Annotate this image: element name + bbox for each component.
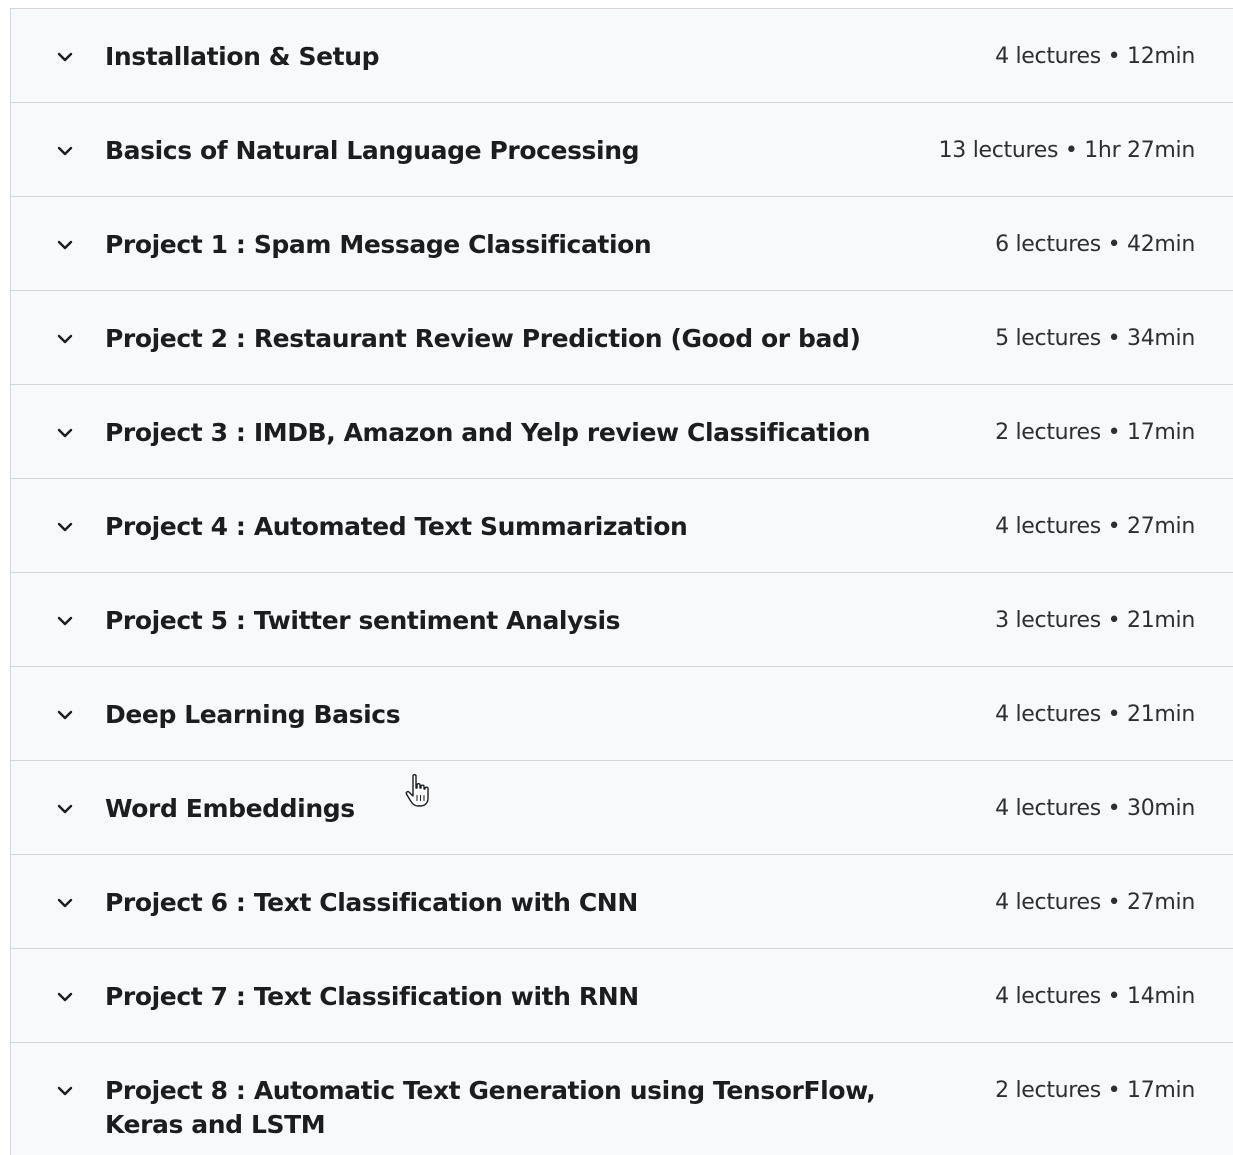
chevron-down-icon: [55, 517, 75, 537]
chevron-down-icon: [55, 611, 75, 631]
section-project-8[interactable]: Project 8 : Automatic Text Generation us…: [10, 1043, 1233, 1155]
section-meta: 4 lectures • 14min: [995, 984, 1195, 1009]
chevron-down-icon: [55, 141, 75, 161]
section-meta: 4 lectures • 21min: [995, 702, 1195, 727]
section-meta: 6 lectures • 42min: [995, 232, 1195, 257]
section-title: Project 1 : Spam Message Classification: [105, 230, 652, 259]
section-installation-setup[interactable]: Installation & Setup 4 lectures • 12min: [10, 9, 1233, 103]
section-meta: 2 lectures • 17min: [995, 420, 1195, 445]
section-title: Project 2 : Restaurant Review Prediction…: [105, 324, 861, 353]
section-project-3[interactable]: Project 3 : IMDB, Amazon and Yelp review…: [10, 385, 1233, 479]
section-title: Deep Learning Basics: [105, 700, 401, 729]
section-deep-learning-basics[interactable]: Deep Learning Basics 4 lectures • 21min: [10, 667, 1233, 761]
section-project-4[interactable]: Project 4 : Automated Text Summarization…: [10, 479, 1233, 573]
section-project-1[interactable]: Project 1 : Spam Message Classification …: [10, 197, 1233, 291]
course-curriculum: Installation & Setup 4 lectures • 12min …: [10, 8, 1233, 1155]
section-meta: 3 lectures • 21min: [995, 608, 1195, 633]
chevron-down-icon: [55, 235, 75, 255]
section-project-2[interactable]: Project 2 : Restaurant Review Prediction…: [10, 291, 1233, 385]
section-meta: 4 lectures • 27min: [995, 890, 1195, 915]
section-title: Project 7 : Text Classification with RNN: [105, 982, 639, 1011]
section-meta: 5 lectures • 34min: [995, 326, 1195, 351]
section-title: Project 6 : Text Classification with CNN: [105, 888, 638, 917]
section-title: Basics of Natural Language Processing: [105, 136, 640, 165]
chevron-down-icon: [55, 329, 75, 349]
hand-pointer-cursor-icon: [404, 772, 434, 812]
section-title: Project 4 : Automated Text Summarization: [105, 512, 688, 541]
section-project-7[interactable]: Project 7 : Text Classification with RNN…: [10, 949, 1233, 1043]
section-meta: 13 lectures • 1hr 27min: [938, 138, 1196, 163]
section-basics-nlp[interactable]: Basics of Natural Language Processing 13…: [10, 103, 1233, 197]
chevron-down-icon: [55, 705, 75, 725]
chevron-down-icon: [55, 799, 75, 819]
section-meta: 4 lectures • 30min: [995, 796, 1195, 821]
chevron-down-icon: [55, 893, 75, 913]
chevron-down-icon: [55, 47, 75, 67]
section-title: Word Embeddings: [105, 794, 355, 823]
section-word-embeddings[interactable]: Word Embeddings 4 lectures • 30min: [10, 761, 1233, 855]
section-meta: 2 lectures • 17min: [995, 1078, 1195, 1103]
section-project-5[interactable]: Project 5 : Twitter sentiment Analysis 3…: [10, 573, 1233, 667]
section-project-6[interactable]: Project 6 : Text Classification with CNN…: [10, 855, 1233, 949]
section-title: Project 5 : Twitter sentiment Analysis: [105, 606, 621, 635]
section-title: Project 3 : IMDB, Amazon and Yelp review…: [105, 418, 871, 447]
section-meta: 4 lectures • 12min: [995, 44, 1195, 69]
section-title: Installation & Setup: [105, 42, 380, 71]
chevron-down-icon: [55, 423, 75, 443]
section-meta: 4 lectures • 27min: [995, 514, 1195, 539]
chevron-down-icon: [55, 987, 75, 1007]
section-title: Project 8 : Automatic Text Generation us…: [105, 1076, 876, 1139]
chevron-down-icon: [55, 1081, 75, 1101]
